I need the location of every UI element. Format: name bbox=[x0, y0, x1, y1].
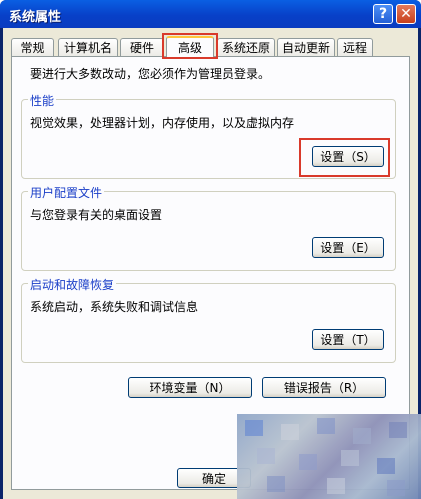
tab-general[interactable]: 常规 bbox=[11, 38, 54, 56]
performance-group-title: 性能 bbox=[28, 92, 57, 109]
startup-recovery-settings-button[interactable]: 设置（T） bbox=[312, 329, 384, 350]
advanced-tab-highlight bbox=[162, 33, 218, 59]
tab-computer-name[interactable]: 计算机名 bbox=[58, 38, 118, 56]
startup-recovery-group: 启动和故障恢复 系统启动，系统失败和调试信息 设置（T） bbox=[21, 276, 396, 363]
environment-variables-button[interactable]: 环境变量（N） bbox=[128, 377, 252, 398]
button-label: 环境变量（N） bbox=[149, 381, 231, 395]
tab-label: 自动更新 bbox=[281, 41, 330, 55]
admin-notice: 要进行大多数改动，您必须作为管理员登录。 bbox=[30, 67, 271, 81]
button-label: 确定 bbox=[201, 471, 226, 486]
tab-system-restore[interactable]: 系统还原 bbox=[217, 38, 275, 56]
user-profiles-settings-button[interactable]: 设置（E） bbox=[312, 237, 384, 258]
user-profiles-description: 与您登录有关的桌面设置 bbox=[30, 208, 163, 222]
tab-label: 系统还原 bbox=[221, 41, 270, 55]
user-profiles-group-title: 用户配置文件 bbox=[28, 184, 105, 201]
button-label: 错误报告（R） bbox=[283, 381, 365, 395]
help-button[interactable]: ? bbox=[373, 4, 393, 24]
button-label: 设置（E） bbox=[320, 241, 376, 255]
tab-label: 远程 bbox=[342, 41, 367, 55]
startup-recovery-description: 系统启动，系统失败和调试信息 bbox=[30, 300, 199, 314]
tab-auto-update[interactable]: 自动更新 bbox=[277, 38, 335, 56]
help-icon: ? bbox=[378, 6, 388, 22]
close-button[interactable]: ✕ bbox=[396, 4, 416, 24]
user-profiles-group: 用户配置文件 与您登录有关的桌面设置 设置（E） bbox=[21, 184, 396, 271]
tab-label: 硬件 bbox=[129, 41, 154, 55]
tab-remote[interactable]: 远程 bbox=[337, 38, 373, 56]
watermark-pixelated-logo bbox=[237, 414, 421, 499]
startup-recovery-group-title: 启动和故障恢复 bbox=[28, 276, 117, 293]
error-reporting-button[interactable]: 错误报告（R） bbox=[262, 377, 386, 398]
close-icon: ✕ bbox=[400, 6, 412, 22]
button-label: 设置（T） bbox=[320, 333, 376, 347]
title-bar[interactable]: 系统属性 ? ✕ bbox=[0, 0, 421, 28]
window-title: 系统属性 bbox=[9, 10, 62, 25]
system-properties-window: 系统属性 ? ✕ 常规 计算机名 硬件 高级 系统还原 自动更新 远程 要进行大… bbox=[0, 0, 421, 499]
performance-description: 视觉效果，处理器计划，内存使用，以及虚拟内存 bbox=[30, 116, 295, 130]
settings-button-highlight bbox=[299, 138, 390, 177]
tab-label: 计算机名 bbox=[63, 41, 112, 55]
tab-label: 常规 bbox=[20, 41, 45, 55]
tab-hardware[interactable]: 硬件 bbox=[120, 38, 164, 56]
